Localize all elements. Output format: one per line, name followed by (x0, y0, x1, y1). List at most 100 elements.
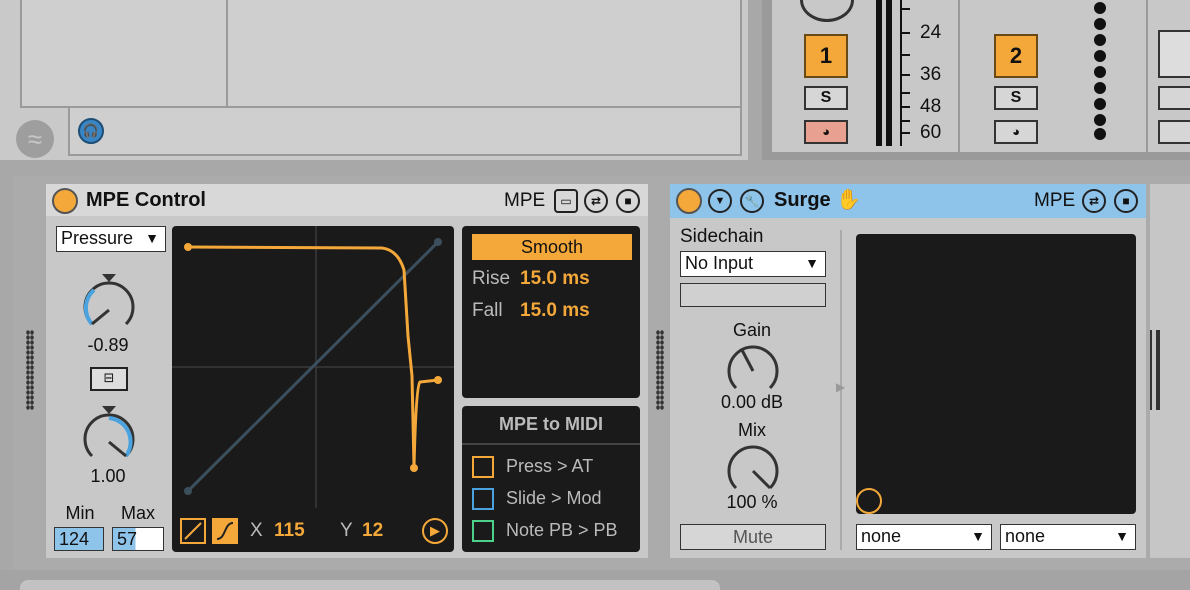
sidechain-sub-select[interactable] (680, 283, 826, 307)
mpe-label[interactable]: MPE (504, 190, 545, 212)
hot-swap-icon[interactable]: ⇄ (1082, 189, 1106, 213)
min-value-field[interactable]: 124 (54, 527, 104, 551)
track-activator-2[interactable]: 2 (994, 34, 1038, 78)
press-at-label: Press > AT (506, 456, 594, 476)
scale-tick (902, 132, 910, 134)
send-dot (1094, 82, 1106, 94)
clip-slot-panel[interactable] (20, 0, 742, 108)
y-assign-value: none (1005, 526, 1046, 546)
xy-pad[interactable] (856, 234, 1136, 514)
scale-tick (902, 32, 910, 34)
solo-button-1[interactable]: S (804, 86, 848, 110)
mix-label: Mix (738, 420, 766, 440)
hot-swap-icon[interactable]: ⇄ (584, 189, 608, 213)
xy-pad-cursor[interactable] (856, 488, 882, 514)
sidechain-input-select[interactable]: No Input ▼ (680, 251, 826, 277)
save-preset-icon[interactable]: ■ (1114, 189, 1138, 213)
send-dot (1094, 34, 1106, 46)
press-at-checkbox[interactable] (472, 456, 494, 478)
headphones-icon[interactable]: 🎧 (78, 118, 104, 144)
range-knob[interactable] (80, 404, 138, 468)
chevron-down-icon[interactable]: ▼ (708, 189, 732, 213)
send-dot (1094, 98, 1106, 110)
linear-curve-button[interactable] (180, 518, 206, 544)
s-curve-button[interactable] (212, 518, 238, 544)
device-title: MPE Control (86, 189, 206, 211)
expand-arrow-icon[interactable]: ▶ (836, 380, 845, 394)
smooth-toggle[interactable]: Smooth (472, 234, 632, 260)
arm-button-1[interactable]: ◕ (804, 120, 848, 144)
curve-knob-value: -0.89 (87, 335, 129, 355)
clip-footer (68, 108, 742, 156)
link-button[interactable]: ⊟ (90, 367, 128, 391)
fall-label: Fall (472, 300, 503, 321)
mixer-separator (1146, 0, 1148, 152)
hand-icon[interactable]: ✋ (836, 187, 861, 212)
divider (462, 443, 640, 445)
solo-button-3-partial[interactable] (1158, 86, 1190, 110)
scale-tick (902, 8, 910, 10)
chevron-down-icon: ▼ (145, 230, 159, 246)
linear-curve-icon (184, 522, 202, 540)
mpe-label[interactable]: MPE (1034, 190, 1075, 212)
note-pb-checkbox[interactable] (472, 520, 494, 542)
solo-button-2[interactable]: S (994, 86, 1038, 110)
mpe-to-midi-title: MPE to MIDI (499, 414, 603, 434)
chain-bottom-tab (20, 580, 720, 590)
send-dot (1094, 128, 1106, 140)
x-value[interactable]: 115 (274, 520, 305, 542)
wrench-icon[interactable]: 🔧 (740, 189, 764, 213)
scale-label: 36 (920, 64, 942, 85)
scroll-marker[interactable] (1156, 330, 1160, 410)
scroll-marker (1150, 330, 1152, 410)
grip-handle-icon[interactable] (26, 330, 34, 410)
curve-graph[interactable] (172, 226, 454, 516)
x-assign-select[interactable]: none ▼ (856, 524, 992, 550)
rise-label: Rise (472, 268, 511, 289)
arm-button-3-partial[interactable] (1158, 120, 1190, 144)
max-label: Max (120, 503, 155, 523)
x-label: X (250, 520, 263, 541)
track-activator-1[interactable]: 1 (804, 34, 848, 78)
sidechain-label: Sidechain (680, 226, 764, 247)
scale-label: 48 (920, 96, 942, 117)
scale-tick (902, 92, 910, 94)
track-activator-3-partial[interactable] (1158, 30, 1190, 78)
gain-value: 0.00 dB (720, 392, 784, 412)
device-power-button[interactable] (676, 188, 702, 214)
max-value-field[interactable]: 57 (112, 527, 164, 551)
record-arm-icon: ◕ (1012, 124, 1020, 139)
range-knob-value: 1.00 (90, 466, 126, 486)
source-select[interactable]: Pressure ▼ (56, 226, 166, 252)
y-value[interactable]: 12 (362, 520, 383, 542)
y-assign-select[interactable]: none ▼ (1000, 524, 1136, 550)
save-preset-icon[interactable]: ■ (616, 189, 640, 213)
note-pb-label: Note PB > PB (506, 520, 618, 540)
meter-scale (900, 0, 902, 146)
chevron-down-icon: ▼ (1115, 528, 1129, 544)
send-dot (1094, 2, 1106, 14)
scale-tick (902, 74, 910, 76)
grip-handle-icon[interactable] (656, 330, 664, 410)
send-dot (1094, 18, 1106, 30)
sidechain-input-value: No Input (685, 253, 754, 273)
rise-value[interactable]: 15.0 ms (520, 268, 590, 290)
waveform-toggle-icon[interactable]: ≈ (16, 120, 54, 158)
source-select-value: Pressure (61, 228, 134, 248)
device-title: Surge (774, 189, 831, 211)
fall-value[interactable]: 15.0 ms (520, 300, 590, 322)
slide-mod-checkbox[interactable] (472, 488, 494, 510)
arm-button-2[interactable]: ◕ (994, 120, 1038, 144)
x-assign-value: none (861, 526, 902, 546)
slide-mod-label: Slide > Mod (506, 488, 602, 508)
min-label: Min (65, 503, 95, 523)
mixer-separator (958, 0, 960, 152)
s-curve-icon (216, 522, 234, 540)
scale-tick (902, 54, 910, 56)
curve-knob[interactable] (80, 272, 138, 336)
play-icon[interactable]: ▶ (422, 518, 448, 544)
scale-label: 24 (920, 22, 942, 43)
device-power-button[interactable] (52, 188, 78, 214)
chip-icon[interactable]: ▭ (554, 189, 578, 213)
mute-button[interactable]: Mute (680, 524, 826, 550)
